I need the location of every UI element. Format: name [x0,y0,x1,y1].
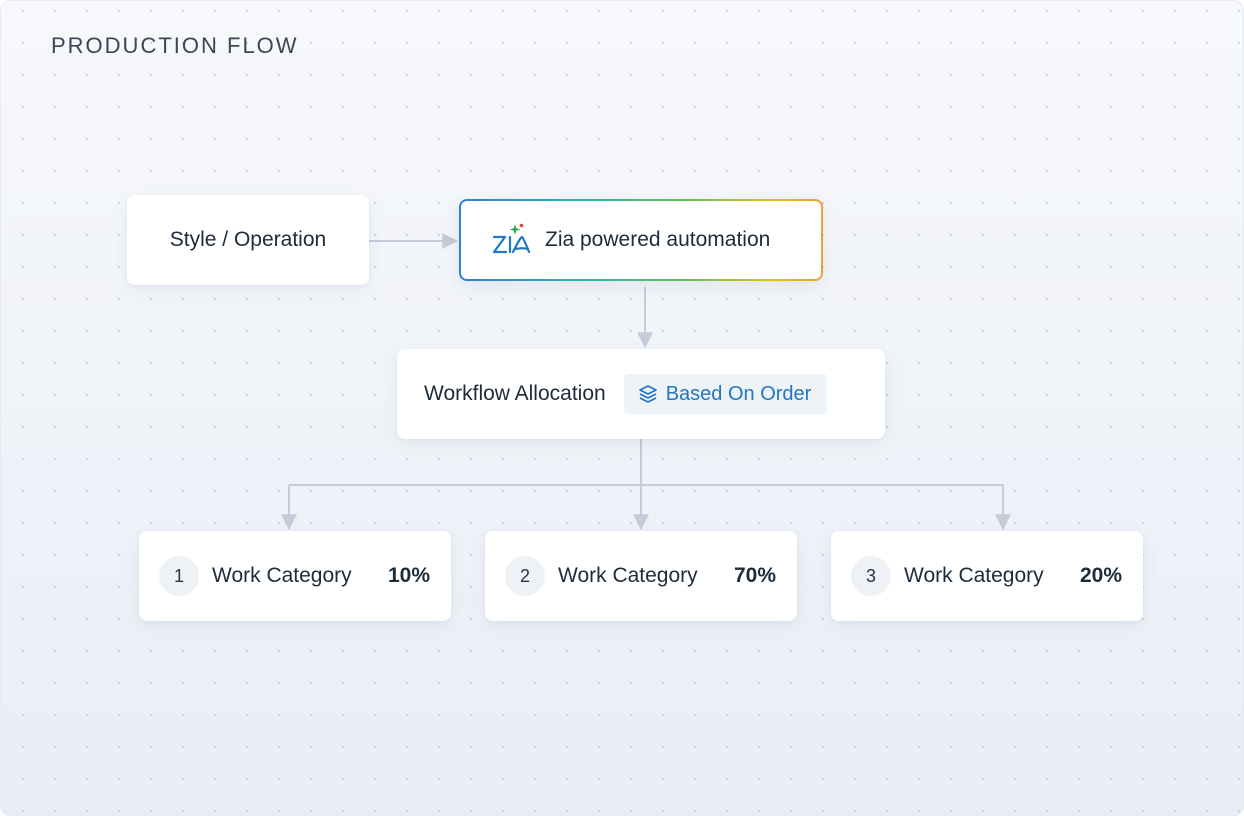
badge-label: Based On Order [665,382,812,405]
category-label: Work Category [212,564,352,587]
workflow-allocation-label: Workflow Allocation [424,382,606,405]
category-percent: 10% [387,564,430,587]
zia-automation-label: Zia powered automation [545,228,771,251]
work-category-node-3: 3 Work Category 20% [831,531,1143,621]
production-flow-canvas: PRODUCTION FLOW Style / Operation Zia po… [0,0,1244,816]
workflow-allocation-node: Workflow Allocation Based On Order [397,349,885,439]
work-category-node-2: 2 Work Category 70% [485,531,797,621]
layers-icon [638,385,657,403]
style-operation-node: Style / Operation [127,195,369,285]
category-number-badge: 2 [505,556,545,596]
category-label: Work Category [558,564,698,587]
category-percent: 20% [1079,564,1122,587]
zia-logo-icon [492,223,531,254]
category-number-badge: 1 [159,556,199,596]
category-number-badge: 3 [851,556,891,596]
category-label: Work Category [904,564,1044,587]
work-category-node-1: 1 Work Category 10% [139,531,451,621]
style-operation-label: Style / Operation [169,228,327,251]
based-on-order-badge: Based On Order [623,374,828,414]
category-percent: 70% [733,564,776,587]
zia-automation-node: Zia powered automation [459,199,823,281]
